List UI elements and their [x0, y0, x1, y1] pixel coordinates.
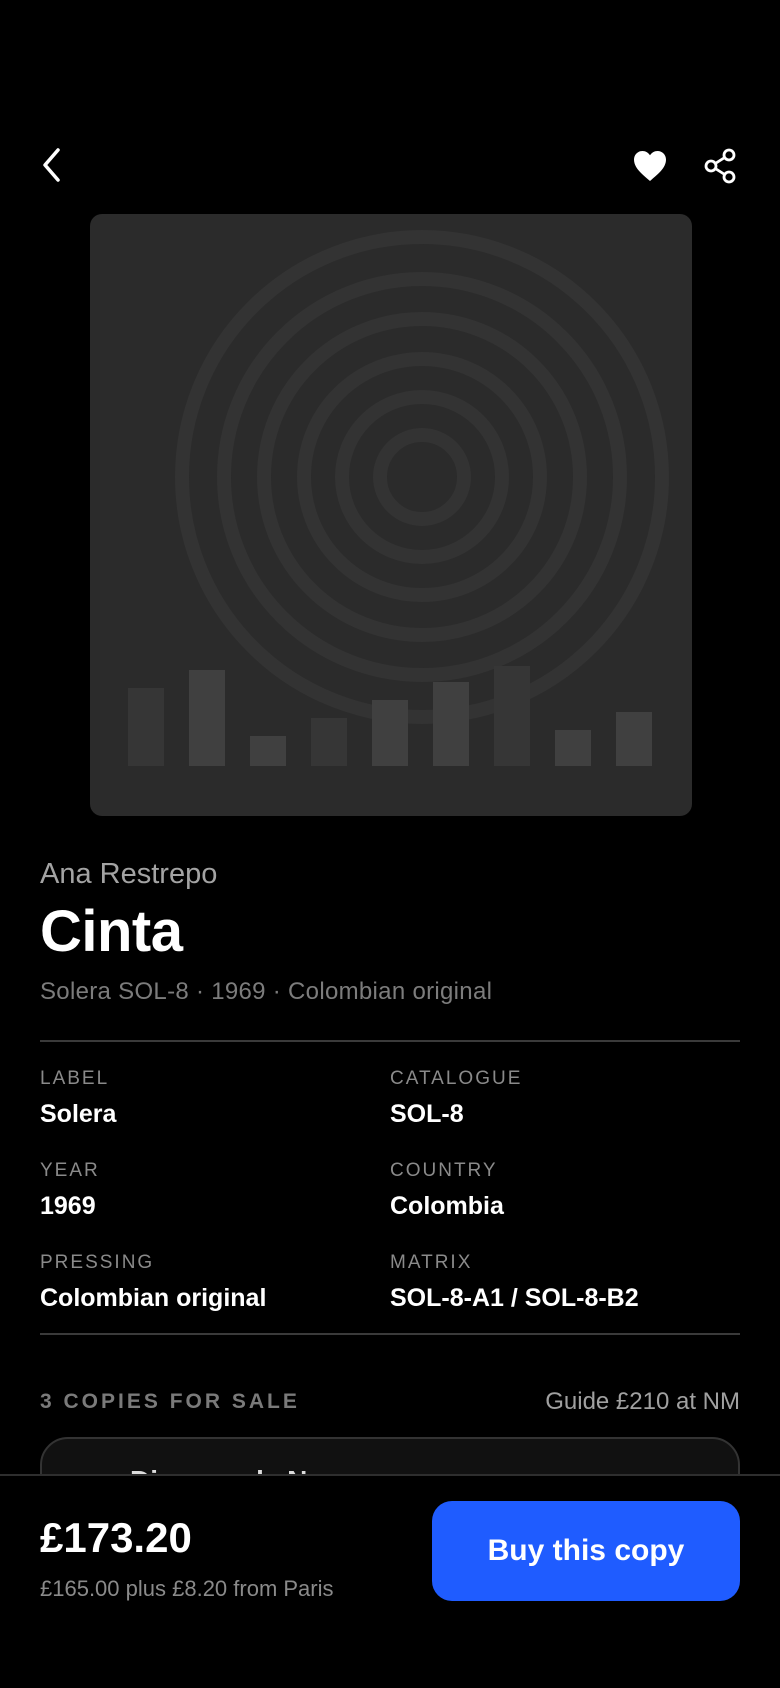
spec-catalogue: CATALOGUE SOL-8: [390, 1068, 710, 1129]
buy-button[interactable]: Buy this copy: [432, 1501, 740, 1601]
spec-country-value: Colombia: [390, 1192, 504, 1220]
release-subline: Solera SOL-8 · 1969 · Colombian original: [40, 978, 493, 1005]
spec-country: COUNTRY Colombia: [390, 1160, 710, 1221]
heart-icon: [634, 151, 666, 181]
favorite-button[interactable]: [630, 146, 670, 186]
spec-catalogue-heading: CATALOGUE: [390, 1068, 523, 1089]
back-button[interactable]: [40, 140, 80, 190]
chevron-left-icon: [43, 148, 60, 182]
album-cover: [90, 214, 692, 816]
price-breakdown: £165.00 plus £8.20 from Paris: [40, 1576, 334, 1601]
release-title: Cinta: [40, 899, 183, 964]
sale-header: 3 COPIES FOR SALE Guide £210 at NM: [40, 1388, 740, 1420]
spec-country-heading: COUNTRY: [390, 1160, 498, 1181]
divider: [40, 1333, 740, 1335]
spec-label-value: Solera: [40, 1100, 117, 1128]
copies-for-sale-count: 3 COPIES FOR SALE: [40, 1390, 300, 1413]
spec-matrix-heading: MATRIX: [390, 1252, 473, 1273]
spec-matrix-value: SOL-8-A1 / SOL-8-B2: [390, 1284, 639, 1312]
spec-year-heading: YEAR: [40, 1160, 100, 1181]
spec-pressing: PRESSING Colombian original: [40, 1252, 360, 1313]
share-icon: [704, 148, 736, 184]
share-button[interactable]: [700, 146, 740, 186]
spec-pressing-value: Colombian original: [40, 1284, 267, 1312]
spec-catalogue-value: SOL-8: [390, 1100, 464, 1128]
spec-year-value: 1969: [40, 1192, 96, 1220]
divider: [40, 1040, 740, 1042]
artist-name[interactable]: Ana Restrepo: [40, 858, 217, 891]
spec-matrix: MATRIX SOL-8-A1 / SOL-8-B2: [390, 1252, 710, 1313]
purchase-bar: £173.20 £165.00 plus £8.20 from Paris Bu…: [0, 1474, 780, 1688]
album-cover-art: [128, 230, 669, 766]
spec-label: LABEL Solera: [40, 1068, 360, 1129]
spec-year: YEAR 1969: [40, 1160, 360, 1221]
top-bar: [40, 140, 740, 190]
price-guide: Guide £210 at NM: [545, 1388, 740, 1415]
total-price: £173.20: [40, 1514, 192, 1561]
spec-pressing-heading: PRESSING: [40, 1252, 155, 1273]
spec-label-heading: LABEL: [40, 1068, 110, 1089]
